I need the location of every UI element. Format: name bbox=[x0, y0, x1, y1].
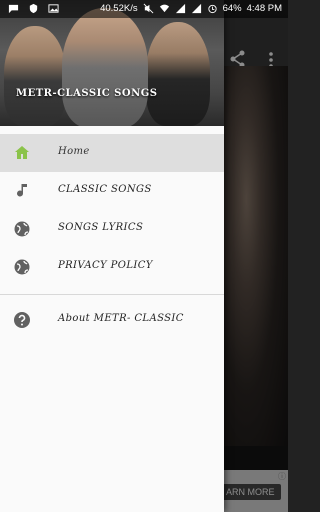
home-icon bbox=[15, 146, 29, 159]
globe-icon bbox=[14, 259, 30, 275]
menu-item-songs-lyrics[interactable]: SONGS LYRICS bbox=[0, 210, 224, 248]
shield-icon bbox=[29, 3, 38, 14]
image-icon bbox=[48, 4, 59, 13]
header-photo-person-right bbox=[146, 22, 210, 126]
menu-item-label: SONGS LYRICS bbox=[58, 222, 144, 233]
menu-item-label: About METR- CLASSIC bbox=[58, 313, 184, 324]
menu-item-about[interactable]: About METR- CLASSIC bbox=[0, 301, 224, 339]
clock: 4:48 PM bbox=[246, 3, 282, 14]
drawer-header-title: METR-CLASSIC SONGS bbox=[16, 88, 158, 99]
menu-item-label: CLASSIC SONGS bbox=[58, 184, 152, 195]
mute-icon bbox=[143, 3, 154, 14]
battery-level: 64% bbox=[222, 3, 242, 14]
drawer-header: METR-CLASSIC SONGS bbox=[0, 0, 224, 126]
menu-divider bbox=[0, 294, 224, 295]
navigation-drawer: METR-CLASSIC SONGS Home CLASSIC SONGS SO… bbox=[0, 0, 224, 512]
signal-icon bbox=[175, 3, 185, 14]
wifi-icon bbox=[159, 4, 169, 13]
alarm-icon bbox=[207, 4, 217, 14]
net-speed: 40.52K/s bbox=[100, 3, 138, 14]
scrim[interactable] bbox=[224, 0, 288, 512]
chat-icon bbox=[8, 4, 19, 14]
menu-item-label: PRIVACY POLICY bbox=[58, 260, 153, 271]
menu-item-home[interactable]: Home bbox=[0, 134, 224, 172]
help-icon bbox=[14, 312, 30, 328]
header-photo-person-center bbox=[62, 8, 148, 126]
music-note-icon bbox=[17, 184, 27, 197]
status-bar: 40.52K/s 64% 4:48 PM bbox=[0, 0, 288, 18]
menu-item-classic-songs[interactable]: CLASSIC SONGS bbox=[0, 172, 224, 210]
header-photo-person-left bbox=[4, 26, 66, 126]
menu-item-label: Home bbox=[58, 146, 90, 157]
globe-icon bbox=[14, 221, 30, 237]
drawer-menu: Home CLASSIC SONGS SONGS LYRICS PRIVACY … bbox=[0, 134, 224, 339]
menu-item-privacy-policy[interactable]: PRIVACY POLICY bbox=[0, 248, 224, 286]
signal-2-icon bbox=[191, 3, 201, 14]
